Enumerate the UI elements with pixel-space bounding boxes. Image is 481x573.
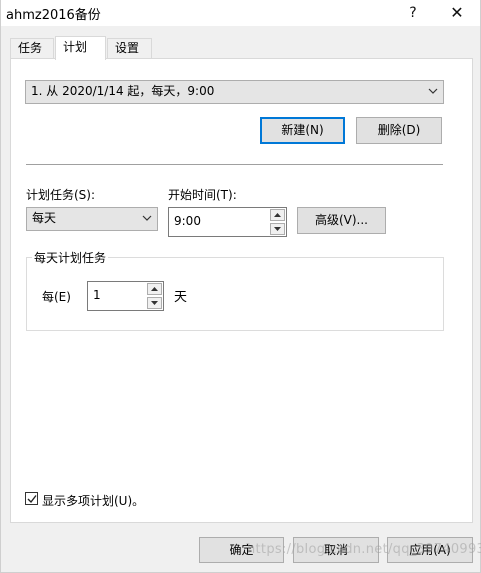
show-multiple-checkbox[interactable]: [25, 492, 38, 505]
every-days-spinbox[interactable]: 1: [87, 281, 164, 311]
daily-schedule-group-title: 每天计划任务: [32, 249, 109, 266]
dialog-window: ahmz2016备份 ? ✕ 任务 计划 设置 1. 从 2020/1/14 起…: [0, 0, 481, 573]
chevron-down-icon: [427, 81, 439, 102]
start-time-spin-arrows: [270, 209, 285, 235]
title-bar[interactable]: ahmz2016备份 ? ✕: [1, 0, 480, 26]
advanced-button[interactable]: 高级(V)...: [297, 207, 386, 234]
help-button[interactable]: ?: [393, 0, 433, 26]
schedule-task-label: 计划任务(S):: [26, 188, 96, 202]
every-label: 每(E): [42, 290, 71, 304]
schedule-task-dropdown[interactable]: 每天: [26, 207, 158, 231]
every-days-spin-arrows: [147, 283, 162, 309]
schedule-list-dropdown[interactable]: 1. 从 2020/1/14 起，每天，9:00: [25, 80, 444, 104]
show-multiple-label[interactable]: 显示多项计划(U)。: [42, 492, 144, 509]
start-time-label: 开始时间(T):: [168, 188, 237, 202]
delete-button[interactable]: 删除(D): [356, 117, 442, 144]
spin-down-icon[interactable]: [270, 223, 285, 235]
start-time-spinbox[interactable]: 9:00: [168, 207, 287, 237]
spin-down-icon[interactable]: [147, 297, 162, 309]
tab-schedule[interactable]: 计划: [55, 36, 106, 60]
spin-up-icon[interactable]: [270, 209, 285, 221]
tab-settings[interactable]: 设置: [107, 38, 152, 59]
schedule-panel: 1. 从 2020/1/14 起，每天，9:00 新建(N) 删除(D) 计划任…: [10, 58, 473, 523]
start-time-value: 9:00: [174, 214, 201, 228]
unit-days-label: 天: [174, 290, 188, 305]
every-days-value: 1: [93, 288, 101, 302]
separator-line: [26, 164, 443, 165]
schedule-list-value: 1. 从 2020/1/14 起，每天，9:00: [31, 84, 215, 98]
cancel-button[interactable]: 取消: [293, 537, 379, 563]
new-button[interactable]: 新建(N): [260, 117, 345, 144]
chevron-down-icon: [141, 208, 153, 229]
spin-up-icon[interactable]: [147, 283, 162, 295]
close-button[interactable]: ✕: [437, 0, 477, 26]
schedule-task-value: 每天: [32, 211, 57, 225]
window-title: ahmz2016备份: [6, 8, 101, 23]
apply-button[interactable]: 应用(A): [387, 537, 473, 563]
tab-task[interactable]: 任务: [10, 38, 54, 59]
ok-button[interactable]: 确定: [199, 537, 284, 563]
